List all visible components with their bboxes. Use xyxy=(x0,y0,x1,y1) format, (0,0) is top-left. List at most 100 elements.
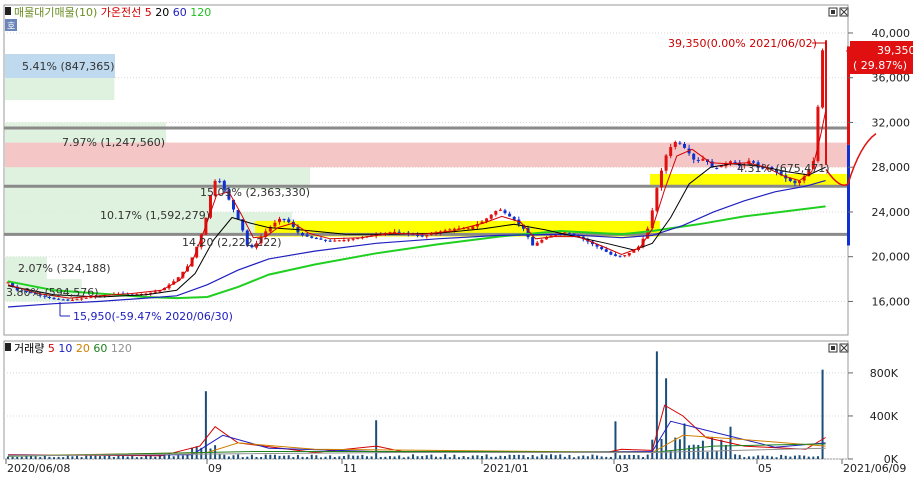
legend-entry: 매물대기매물(10) xyxy=(14,6,97,19)
price-legend-text: 매물대기매물(10) 가온전선 5 20 60 120 xyxy=(14,6,211,19)
candle-body xyxy=(66,299,70,301)
candle-body xyxy=(540,239,544,243)
volume-bar xyxy=(402,457,405,459)
candle-body xyxy=(664,155,668,171)
candle-body xyxy=(678,142,682,144)
candle-body xyxy=(563,232,567,234)
volume-bar xyxy=(577,456,580,459)
yellow-highlight-band xyxy=(650,173,848,186)
legend-entry: 가온전선 xyxy=(97,6,141,19)
volume-bar xyxy=(131,455,134,459)
candle-body xyxy=(310,236,314,238)
volume-bar xyxy=(623,455,626,459)
volume-bar xyxy=(715,450,718,459)
volume-bar xyxy=(62,457,65,459)
candle-body xyxy=(305,234,309,237)
volume-profile-label: 2.07% (324,188) xyxy=(18,262,111,275)
volume-bar xyxy=(573,457,576,459)
volume-bar xyxy=(370,456,373,459)
candle-current-down xyxy=(847,144,850,246)
volume-bar xyxy=(329,455,332,459)
legend-entry: 20 xyxy=(72,342,90,355)
volume-bar xyxy=(660,438,663,459)
legend-entry: 120 xyxy=(187,6,212,19)
candle-body xyxy=(466,228,470,230)
volume-bar xyxy=(457,457,460,459)
volume-bar xyxy=(172,456,175,459)
candle-body xyxy=(692,153,696,160)
volume-bar xyxy=(444,454,447,459)
volume-bar xyxy=(504,456,507,459)
volume-bar xyxy=(126,456,129,459)
volume-bar xyxy=(724,444,727,459)
price-tick-label: 40,000 xyxy=(872,27,911,40)
legend-entry: 60 xyxy=(90,342,108,355)
volume-bar xyxy=(315,455,318,459)
volume-bar xyxy=(273,454,276,459)
volume-bar xyxy=(260,457,263,459)
price-tick-label: 28,000 xyxy=(872,161,911,174)
volume-bar xyxy=(416,456,419,459)
volume-bar xyxy=(223,454,226,459)
volume-bar xyxy=(559,454,562,459)
volume-bar xyxy=(600,456,603,459)
candle-body xyxy=(328,240,332,242)
candle-body xyxy=(425,235,429,237)
candle-body xyxy=(531,237,535,246)
maximize-icon-inner xyxy=(831,10,835,14)
candle-body xyxy=(673,142,677,147)
volume-bar xyxy=(816,456,819,459)
volume-bar xyxy=(421,456,424,459)
volume-bar xyxy=(425,455,428,459)
volume-bar xyxy=(747,456,750,459)
candle-body xyxy=(6,282,10,284)
volume-bar xyxy=(609,456,612,459)
legend-entry: 10 xyxy=(55,342,73,355)
volume-bar xyxy=(665,378,668,459)
candle-body xyxy=(798,181,802,184)
volume-bar xyxy=(57,456,60,459)
volume-bar xyxy=(319,457,322,459)
volume-bar xyxy=(11,456,14,459)
volume-bar xyxy=(743,457,746,459)
volume-profile-label: 14.20 (2,222,222) xyxy=(182,236,282,249)
volume-bar xyxy=(683,423,686,459)
volume-bar xyxy=(734,454,737,459)
volume-bar xyxy=(296,455,299,459)
legend-entry: 20 xyxy=(152,6,170,19)
volume-bar xyxy=(619,455,622,459)
candle-body xyxy=(333,240,337,242)
volume-profile-label: 15.09% (2,363,330) xyxy=(200,186,310,199)
price-tick-label: 32,000 xyxy=(872,116,911,129)
candle-body xyxy=(793,180,797,184)
candle-body xyxy=(604,249,608,252)
volume-bar xyxy=(614,421,617,459)
volume-bar xyxy=(306,456,309,459)
x-tick-label: 2021/01 xyxy=(483,462,529,475)
volume-bar xyxy=(411,454,414,459)
candle-body xyxy=(696,159,700,161)
volume-bar xyxy=(536,456,539,459)
volume-bar xyxy=(766,455,769,459)
scale-badge-text: 호 xyxy=(7,21,15,32)
volume-bar xyxy=(674,437,677,459)
volume-bar xyxy=(324,456,327,459)
current-price-tag: 39,350 ( 29.87%) xyxy=(846,41,914,74)
volume-bar xyxy=(568,454,571,459)
volume-bar xyxy=(642,456,645,459)
candle-body xyxy=(494,211,498,215)
volume-bar xyxy=(517,454,520,459)
volume-bar xyxy=(706,451,709,459)
candle-body xyxy=(623,255,627,257)
volume-bar xyxy=(812,456,815,459)
candle-body xyxy=(218,181,222,183)
volume-bar xyxy=(407,456,410,459)
volume-bar xyxy=(798,455,801,459)
volume-bar xyxy=(250,454,253,459)
current-price-value: 39,350 xyxy=(877,44,914,57)
volume-bar xyxy=(186,454,189,459)
x-tick-label: 09 xyxy=(208,462,222,475)
volume-bar xyxy=(16,456,19,459)
x-tick-label: 2021/06/09 xyxy=(843,462,906,475)
volume-bar xyxy=(761,455,764,459)
